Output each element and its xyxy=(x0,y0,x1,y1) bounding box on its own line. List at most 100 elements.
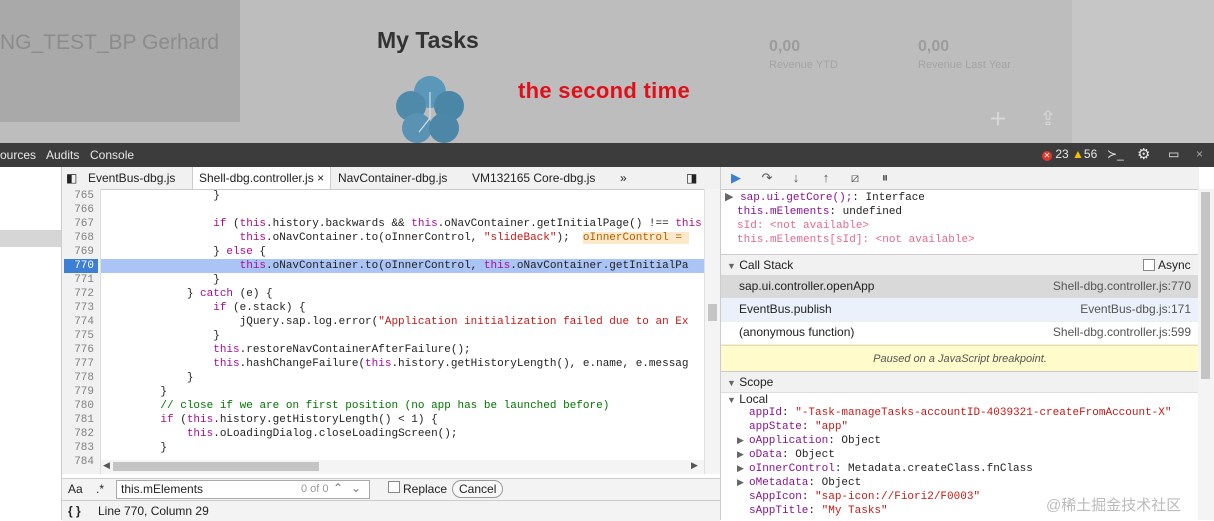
toggle-navigator-icon[interactable]: ◧ xyxy=(62,167,84,189)
scope-variable[interactable]: ▶ oMetadata: Object xyxy=(721,476,1199,490)
tab-console[interactable]: Console xyxy=(90,148,134,162)
expand-icon[interactable]: ▶ xyxy=(737,476,749,490)
line-number[interactable]: 777 xyxy=(62,358,94,370)
line-number[interactable]: 775 xyxy=(62,330,94,342)
debugger-sidebar: ▶ ↷ ↓ ↑ ⧄ ⏸ ▶ sap.ui.getCore();: Interfa… xyxy=(720,167,1199,520)
line-number[interactable]: 778 xyxy=(62,372,94,384)
separator: : xyxy=(782,407,796,419)
resume-icon[interactable]: ▶ xyxy=(725,168,747,188)
step-into-icon[interactable]: ↓ xyxy=(785,168,807,188)
app-header-left xyxy=(0,0,240,122)
tab-eventbus[interactable]: EventBus-dbg.js xyxy=(82,167,181,189)
tab-navcontainer[interactable]: NavContainer-dbg.js xyxy=(332,167,453,189)
code-editor[interactable]: } if (this.history.backwards && this.oNa… xyxy=(101,189,704,474)
pause-on-exceptions-icon[interactable]: ⏸ xyxy=(874,168,896,188)
sidebar-scroll-thumb[interactable] xyxy=(1201,192,1210,379)
call-stack-header[interactable]: ▼ Call Stack Async xyxy=(721,254,1199,276)
scroll-left-icon[interactable]: ◀ xyxy=(103,460,110,471)
call-stack-frame[interactable]: sap.ui.controller.openApp Shell-dbg.cont… xyxy=(721,275,1199,299)
step-over-icon[interactable]: ↷ xyxy=(756,168,778,188)
scope-local-header[interactable]: ▼ Local xyxy=(721,392,1199,406)
scope-variable[interactable]: ▶ oInnerControl: Metadata.createClass.fnC… xyxy=(721,462,1199,476)
line-number[interactable]: 766 xyxy=(62,204,94,216)
more-tabs-icon[interactable]: » xyxy=(614,167,633,189)
console-drawer-icon[interactable]: ≻_ xyxy=(1107,147,1124,161)
code-line: if (this.history.getHistoryLength() < 1)… xyxy=(160,414,438,426)
line-number[interactable]: 768 xyxy=(62,232,94,244)
line-number[interactable]: 784 xyxy=(62,456,94,468)
scroll-right-icon[interactable]: ▶ xyxy=(691,460,698,471)
horizontal-scroll-thumb[interactable] xyxy=(113,462,319,471)
search-input[interactable]: this.mElements 0 of 0 ⌃ ⌄ xyxy=(116,480,370,499)
expand-icon[interactable]: ▶ xyxy=(737,462,749,476)
error-count[interactable]: ✕ 23 xyxy=(1042,147,1069,161)
line-number[interactable]: 772 xyxy=(62,288,94,300)
dock-icon[interactable]: ▭ xyxy=(1168,147,1179,161)
scope-variable[interactable]: appState: "app" xyxy=(721,420,1199,434)
replace-checkbox[interactable] xyxy=(388,481,400,493)
app-header-right xyxy=(1072,0,1214,143)
line-number[interactable]: 773 xyxy=(62,302,94,314)
line-number[interactable]: 770 xyxy=(62,260,94,272)
search-next-icon[interactable]: ⌄ xyxy=(351,481,361,495)
call-stack-frame[interactable]: (anonymous function) Shell-dbg.controlle… xyxy=(721,321,1199,345)
watch-item[interactable]: this.mElements: undefined xyxy=(721,205,1199,219)
scope-variable[interactable]: appId: "-Task-manageTasks-accountID-4039… xyxy=(721,406,1199,420)
editor-horizontal-scrollbar[interactable]: ◀ ▶ xyxy=(101,460,704,474)
line-number[interactable]: 782 xyxy=(62,428,94,440)
expand-icon[interactable]: ▶ xyxy=(737,434,749,448)
pretty-print-button[interactable]: { } xyxy=(68,504,81,518)
scope-variable[interactable]: ▶ oApplication: Object xyxy=(721,434,1199,448)
call-stack-frame[interactable]: EventBus.publish EventBus-dbg.js:171 xyxy=(721,298,1199,322)
editor-vertical-scrollbar[interactable] xyxy=(704,189,721,474)
line-number[interactable]: 774 xyxy=(62,316,94,328)
code-line: jQuery.sap.log.error("Application initia… xyxy=(101,316,689,328)
kpi-revenue-ytd: 0,00 Revenue YTD xyxy=(769,38,838,71)
code-line: if (this.history.backwards && this.oNavC… xyxy=(213,218,704,230)
sidebar-scrollbar[interactable] xyxy=(1198,189,1214,520)
line-number[interactable]: 771 xyxy=(62,274,94,286)
gear-icon[interactable]: ⚙ xyxy=(1137,145,1150,163)
line-number[interactable]: 780 xyxy=(62,400,94,412)
warning-count[interactable]: ▲56 xyxy=(1072,147,1097,161)
scope-header[interactable]: ▼ Scope xyxy=(721,371,1199,393)
watch-item[interactable]: ▶ sap.ui.getCore();: Interface xyxy=(721,191,1199,205)
editor-scroll-thumb[interactable] xyxy=(708,304,717,321)
line-number[interactable]: 765 xyxy=(62,190,94,202)
code-line: this.oLoadingDialog.closeLoadingScreen()… xyxy=(186,428,458,440)
cancel-button[interactable]: Cancel xyxy=(452,480,504,498)
warning-icon: ▲ xyxy=(1072,147,1084,161)
watch-item[interactable]: this.mElements[sId]: <not available> xyxy=(721,233,1199,247)
scope-variable[interactable]: ▶ oData: Object xyxy=(721,448,1199,462)
tab-shell-controller[interactable]: Shell-dbg.controller.js × xyxy=(192,167,332,189)
tab-core[interactable]: VM132165 Core-dbg.js xyxy=(466,167,601,189)
add-icon[interactable]: + xyxy=(985,105,1011,133)
line-number[interactable]: 769 xyxy=(62,246,94,258)
expand-icon[interactable]: ▶ xyxy=(737,448,749,462)
line-number[interactable]: 781 xyxy=(62,414,94,426)
line-number-gutter[interactable]: 765 766 767 768 769 770 771 772 773 774 775 776 777 7… xyxy=(62,189,101,474)
step-out-icon[interactable]: ↑ xyxy=(815,168,837,188)
match-case-toggle[interactable]: Aa xyxy=(68,482,83,496)
tab-sources[interactable]: ources xyxy=(0,148,36,162)
close-icon[interactable]: × xyxy=(1196,147,1203,161)
tab-audits[interactable]: Audits xyxy=(46,148,79,162)
close-tab-icon[interactable]: × xyxy=(317,171,324,185)
variable-name: oInnerControl xyxy=(749,463,835,475)
expand-icon[interactable]: ▶ xyxy=(725,192,733,204)
line-number[interactable]: 783 xyxy=(62,442,94,454)
regex-toggle[interactable]: .* xyxy=(96,482,104,496)
variable-name: appState xyxy=(749,421,802,433)
line-number[interactable]: 767 xyxy=(62,218,94,230)
variable-value: "-Task-manageTasks-accountID-4039321-cre… xyxy=(795,407,1172,419)
line-number[interactable]: 779 xyxy=(62,386,94,398)
async-checkbox[interactable] xyxy=(1143,259,1155,271)
navigator-selected-item[interactable] xyxy=(0,230,61,247)
line-number[interactable]: 776 xyxy=(62,344,94,356)
deactivate-breakpoints-icon[interactable]: ⧄ xyxy=(844,168,866,188)
scope-variables: ▼ Local appId: "-Task-manageTasks-accoun… xyxy=(721,392,1199,517)
watch-item[interactable]: sId: <not available> xyxy=(721,219,1199,233)
toggle-debugger-icon[interactable]: ◨ xyxy=(680,167,703,189)
search-prev-icon[interactable]: ⌃ xyxy=(333,481,343,495)
share-icon[interactable]: ⇪ xyxy=(1035,106,1061,132)
